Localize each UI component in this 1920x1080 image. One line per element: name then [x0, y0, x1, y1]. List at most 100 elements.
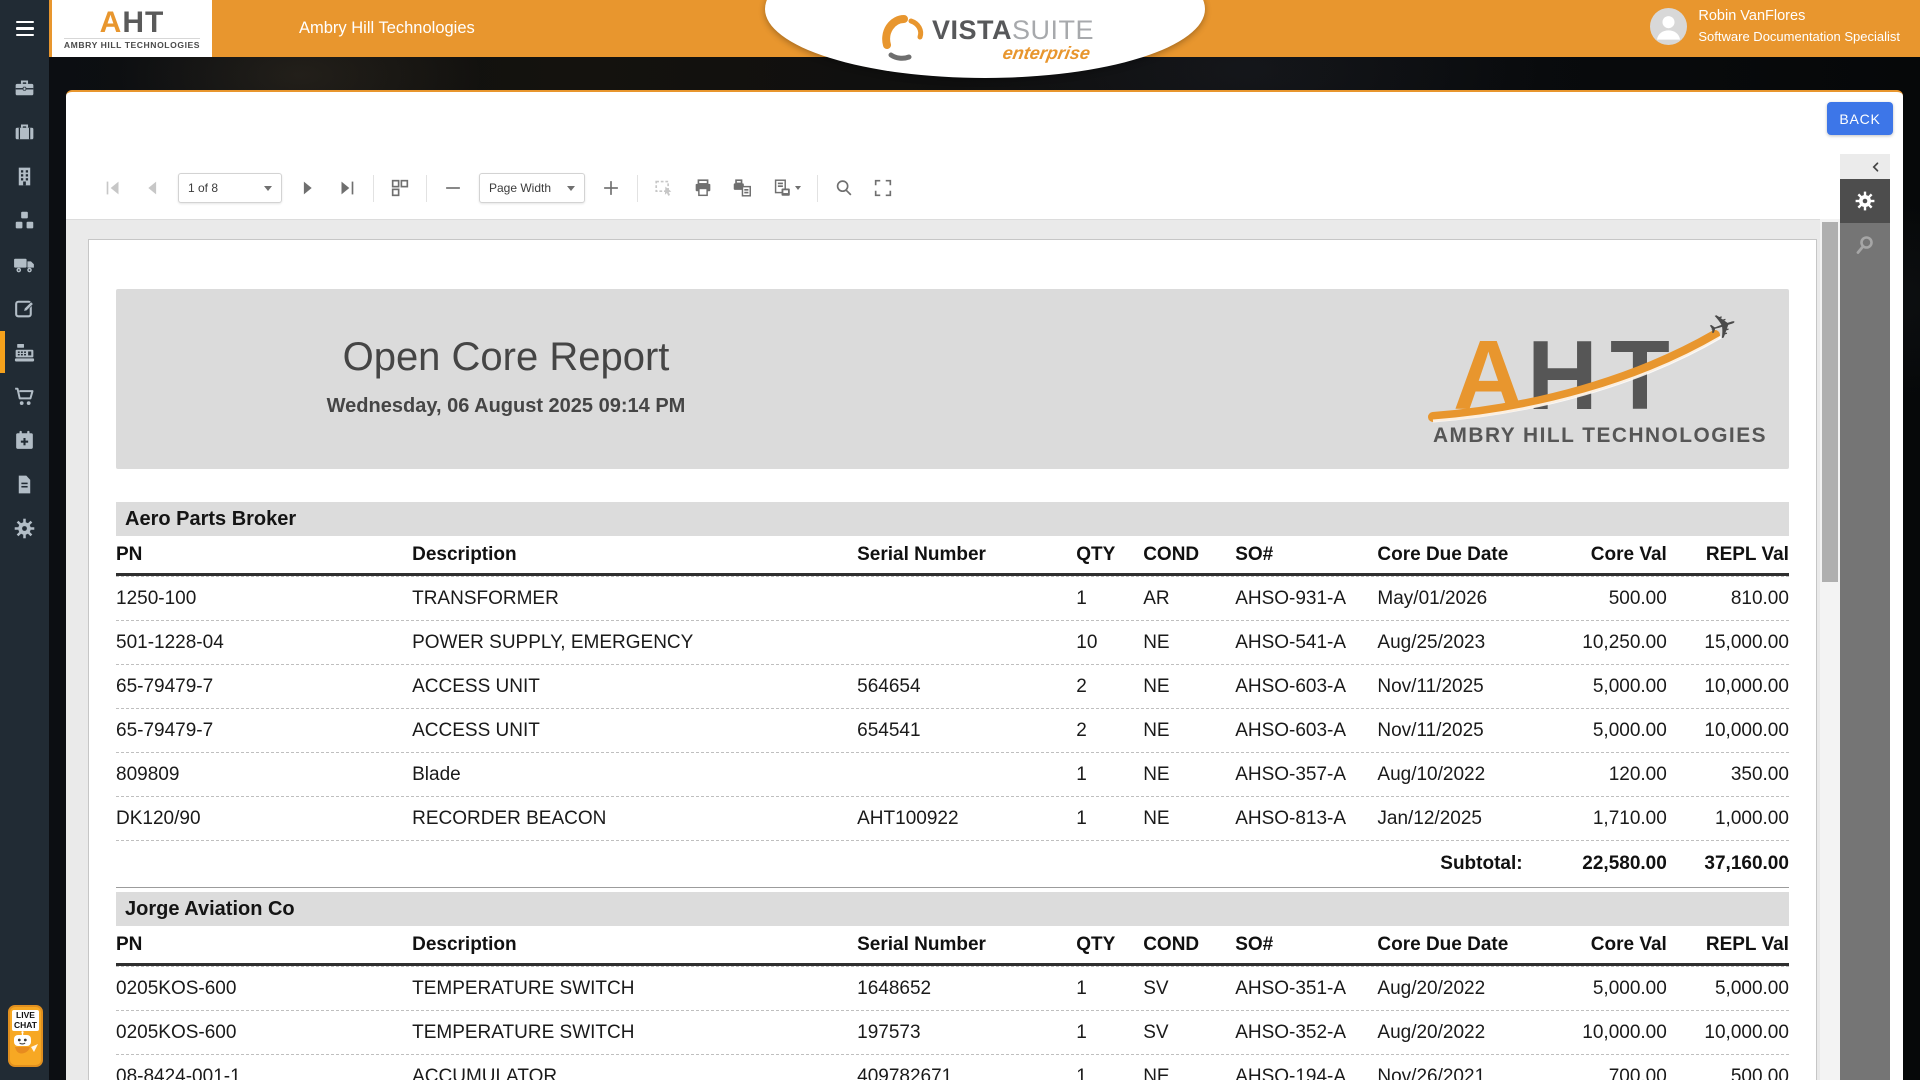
scrollbar — [1820, 219, 1840, 1080]
subtotal-core-val: 22,580.00 — [1525, 853, 1667, 875]
cell: AHSO-352-A — [1235, 1022, 1377, 1044]
app-title: Ambry Hill Technologies — [299, 0, 475, 57]
table-row: 1250-100TRANSFORMER1ARAHSO-931-AMay/01/2… — [116, 576, 1789, 620]
menu-button[interactable] — [0, 0, 49, 57]
section-header: Jorge Aviation Co — [116, 892, 1789, 926]
report-section: Jorge Aviation CoPNDescriptionSerial Num… — [116, 892, 1789, 1080]
cell: NE — [1143, 720, 1235, 742]
cell: 501-1228-04 — [116, 632, 412, 654]
text-select-button[interactable] — [651, 175, 677, 201]
gear-icon — [1853, 189, 1877, 213]
cell: 5,000.00 — [1525, 978, 1667, 1000]
zoom-select[interactable]: Page Width — [479, 173, 585, 203]
cell: NE — [1143, 676, 1235, 698]
cell: 1 — [1076, 764, 1143, 786]
sidebar-item-portfolio[interactable] — [0, 66, 49, 110]
cell: 08-8424-001-1 — [116, 1066, 412, 1080]
table-header-row: PNDescriptionSerial NumberQTYCONDSO#Core… — [116, 536, 1789, 576]
page-select[interactable]: 1 of 8 — [178, 173, 282, 203]
zoom-select-value: Page Width — [489, 181, 551, 195]
table-row: DK120/90RECORDER BEACONAHT1009221NEAHSO-… — [116, 796, 1789, 840]
building-icon — [12, 164, 37, 189]
cell: 10,000.00 — [1667, 1022, 1789, 1044]
sidebar-item-briefcase[interactable] — [0, 110, 49, 154]
app-logo-caption: AMBRY HILL TECHNOLOGIES — [64, 38, 200, 50]
report-search-button[interactable] — [1840, 223, 1890, 267]
vistasuite-logo: VISTASUITE enterprise — [876, 13, 1094, 65]
cell: 0205KOS-600 — [116, 978, 412, 1000]
page-layout-button[interactable] — [387, 175, 413, 201]
cell: 1 — [1076, 1022, 1143, 1044]
subtotal-row: Subtotal:22,580.0037,160.00 — [116, 841, 1789, 888]
svg-text:H: H — [1527, 320, 1598, 430]
divider — [426, 175, 427, 202]
next-page-button[interactable] — [295, 175, 321, 201]
cell: RECORDER BEACON — [412, 808, 857, 830]
print-button[interactable] — [690, 175, 716, 201]
back-button[interactable]: BACK — [1827, 102, 1893, 135]
print-page-button[interactable] — [729, 175, 755, 201]
cell: 500.00 — [1525, 588, 1667, 610]
table-row: 501-1228-04POWER SUPPLY, EMERGENCY10NEAH… — [116, 620, 1789, 664]
vistasuite-swirl-icon — [876, 13, 928, 65]
cell: TEMPERATURE SWITCH — [412, 978, 857, 1000]
previous-page-button[interactable] — [139, 175, 165, 201]
export-button[interactable] — [768, 175, 804, 201]
person-icon — [1650, 8, 1687, 45]
screen: LIVE CHAT AHT AMBRY HILL TECHNOLOGIES Am… — [0, 0, 1920, 1080]
cell: NE — [1143, 1066, 1235, 1080]
cell: AR — [1143, 588, 1235, 610]
collapse-panel-button[interactable] — [1840, 154, 1890, 179]
edit-icon — [12, 296, 37, 321]
cell: 5,000.00 — [1667, 978, 1789, 1000]
cell: ACCESS UNIT — [412, 720, 857, 742]
column-header: Core Val — [1525, 934, 1667, 956]
last-page-button[interactable] — [334, 175, 360, 201]
user-role: Software Documentation Specialist — [1698, 29, 1900, 44]
cell: Aug/20/2022 — [1377, 1022, 1524, 1044]
zoom-in-button[interactable] — [598, 175, 624, 201]
sidebar-item-settings[interactable] — [0, 506, 49, 550]
calendar-plus-icon — [12, 428, 37, 453]
cell: Jan/12/2025 — [1377, 808, 1524, 830]
cell: 10,250.00 — [1525, 632, 1667, 654]
scrollbar-thumb[interactable] — [1822, 222, 1838, 582]
page-select-value: 1 of 8 — [188, 181, 218, 195]
document-icon — [12, 472, 37, 497]
sidebar-item-cart[interactable] — [0, 374, 49, 418]
sidebar-item-parts[interactable] — [0, 198, 49, 242]
first-page-button[interactable] — [100, 175, 126, 201]
zoom-out-button[interactable] — [440, 175, 466, 201]
cell: 1 — [1076, 588, 1143, 610]
aht-logo: A H T ✈ AMBRY HILL TECHNOLOGIES — [1425, 309, 1775, 449]
sidebar-item-schedule[interactable] — [0, 418, 49, 462]
cell: AHSO-603-A — [1235, 720, 1377, 742]
user-menu[interactable]: Robin VanFlores Software Documentation S… — [1650, 8, 1900, 45]
report-sections: Aero Parts BrokerPNDescriptionSerial Num… — [116, 502, 1789, 1080]
report-header: Open Core Report Wednesday, 06 August 20… — [116, 289, 1789, 469]
table-header-row: PNDescriptionSerial NumberQTYCONDSO#Core… — [116, 926, 1789, 966]
cell: 1 — [1076, 1066, 1143, 1080]
column-header: Serial Number — [857, 934, 1076, 956]
sidebar-item-building[interactable] — [0, 154, 49, 198]
sidebar-item-point-of-sale[interactable] — [0, 330, 49, 374]
table-row: 0205KOS-600TEMPERATURE SWITCH16486521SVA… — [116, 966, 1789, 1010]
cell: SV — [1143, 978, 1235, 1000]
live-chat-button[interactable]: LIVE CHAT — [8, 1005, 43, 1067]
sidebar-item-documents[interactable] — [0, 462, 49, 506]
sidebar-item-edit[interactable] — [0, 286, 49, 330]
cell: AHSO-351-A — [1235, 978, 1377, 1000]
table-row: 0205KOS-600TEMPERATURE SWITCH1975731SVAH… — [116, 1010, 1789, 1054]
report-date: Wednesday, 06 August 2025 09:14 PM — [327, 395, 686, 418]
edition-label: enterprise — [930, 44, 1095, 62]
sidebar-item-shipping[interactable] — [0, 242, 49, 286]
report-settings-button[interactable] — [1840, 179, 1890, 223]
cell: AHSO-357-A — [1235, 764, 1377, 786]
column-header: QTY — [1076, 544, 1143, 566]
search-button[interactable] — [831, 175, 857, 201]
fullscreen-button[interactable] — [870, 175, 896, 201]
cell: AHSO-541-A — [1235, 632, 1377, 654]
column-header: Description — [412, 934, 857, 956]
cell: Aug/10/2022 — [1377, 764, 1524, 786]
cell: AHSO-194-A — [1235, 1066, 1377, 1080]
